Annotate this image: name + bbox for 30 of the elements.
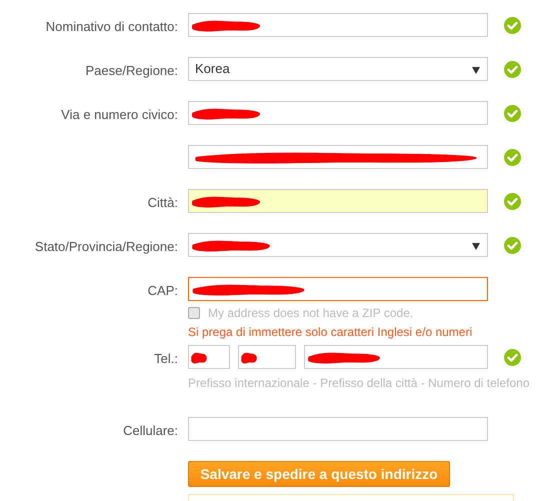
- input-field[interactable]: [188, 417, 488, 441]
- field-label: Tel.:: [154, 350, 178, 368]
- hint-text: Prefisso internazionale - Prefisso della città - Numero di telefono: [188, 376, 530, 390]
- input-field[interactable]: [188, 189, 488, 213]
- dropdown-field[interactable]: Korea: [188, 57, 488, 81]
- checkbox-label: My address does not have a ZIP code.: [208, 305, 414, 322]
- input-field[interactable]: [188, 277, 488, 301]
- field-label: Stato/Provincia/Regione:: [34, 238, 178, 256]
- redaction-scribble: [191, 195, 261, 209]
- caret-icon: [472, 243, 480, 250]
- phone-part-field[interactable]: [238, 345, 296, 369]
- error-message: Si prega di immettere solo caratteri Inglesi e/o numeri: [188, 324, 472, 341]
- field-label: Via e numero civico:: [61, 106, 178, 124]
- field-label: Nominativo di contatto:: [46, 18, 178, 36]
- phone-part-field[interactable]: [304, 345, 488, 369]
- phone-part-field[interactable]: [188, 345, 230, 369]
- redaction-scribble: [191, 351, 207, 365]
- redaction-scribble: [191, 19, 261, 33]
- field-label: CAP:: [148, 282, 178, 300]
- input-field[interactable]: [188, 13, 488, 37]
- checkbox[interactable]: [188, 307, 200, 319]
- redaction-scribble: [191, 107, 261, 121]
- redaction-scribble: [241, 351, 257, 365]
- dropdown-field[interactable]: [188, 233, 488, 257]
- caret-icon: [472, 67, 480, 74]
- field-label: Paese/Regione:: [85, 62, 178, 80]
- input-field[interactable]: [188, 145, 488, 169]
- input-field[interactable]: [188, 101, 488, 125]
- field-label: Città:: [148, 194, 178, 212]
- field-label: Cellulare:: [123, 422, 178, 440]
